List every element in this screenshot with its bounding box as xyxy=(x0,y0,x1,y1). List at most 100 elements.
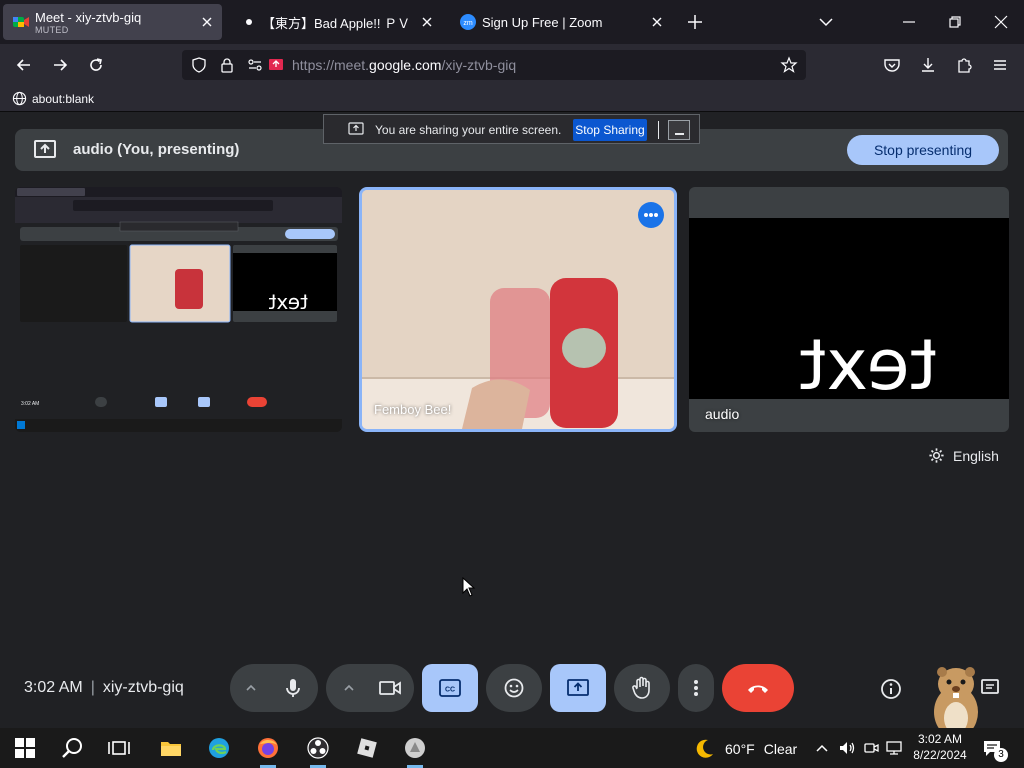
tab-bad-apple[interactable]: 【東方】Bad Apple!! ＰＶ【影絵】 xyxy=(232,4,442,40)
svg-text:3:02 AM: 3:02 AM xyxy=(21,401,39,407)
mouse-cursor-icon xyxy=(462,577,476,597)
emoji-reaction-button[interactable] xyxy=(486,664,542,712)
meeting-time: 3:02 AM xyxy=(24,679,83,696)
bookmark-about-blank[interactable]: about:blank xyxy=(12,91,94,106)
tab-muted-label: MUTED xyxy=(35,24,69,35)
camera-group xyxy=(326,664,414,712)
back-arrow-icon[interactable] xyxy=(14,55,34,75)
raise-hand-button[interactable] xyxy=(614,664,670,712)
presenting-label: audio (You, presenting) xyxy=(73,141,240,158)
mic-group xyxy=(230,664,318,712)
present-screen-icon xyxy=(34,140,56,158)
tab-title: 【東方】Bad Apple!! ＰＶ【影絵】 xyxy=(262,15,412,31)
more-options-button[interactable] xyxy=(638,202,664,228)
hamburger-menu-icon[interactable] xyxy=(990,55,1010,75)
bookmarks-bar: about:blank xyxy=(0,86,1024,112)
minimize-icon[interactable] xyxy=(899,12,919,32)
permissions-icon[interactable] xyxy=(246,56,264,74)
participant-name: Femboy Bee! xyxy=(374,402,452,417)
search-icon[interactable] xyxy=(60,736,84,760)
audio-tile[interactable]: text audio xyxy=(689,187,1009,432)
leave-call-button[interactable] xyxy=(722,664,794,712)
zoom-favicon-icon: zm xyxy=(460,14,476,30)
edge-browser-icon[interactable] xyxy=(207,736,231,760)
system-time: 3:02 AM xyxy=(917,732,963,746)
camera-tile[interactable]: Femboy Bee! xyxy=(359,187,677,432)
new-tab-icon[interactable] xyxy=(685,12,705,32)
close-icon[interactable] xyxy=(420,15,434,29)
reload-icon[interactable] xyxy=(86,55,106,75)
pocket-icon[interactable] xyxy=(882,55,902,75)
app-icon[interactable] xyxy=(403,736,427,760)
screen-share-banner: You are sharing your entire screen. Stop… xyxy=(323,114,700,144)
svg-text:CC: CC xyxy=(445,687,455,694)
windows-taskbar: 60°F Clear 3:02 AM 8/22/2024 3 xyxy=(0,728,1024,768)
hang-up-icon xyxy=(748,685,768,693)
tab-zoom[interactable]: zm Sign Up Free | Zoom xyxy=(450,4,672,40)
shared-screen-thumbnail: text 3:02 AM xyxy=(15,187,342,432)
svg-text:zm: zm xyxy=(463,20,473,27)
hide-banner-button[interactable] xyxy=(668,120,690,140)
globe-icon xyxy=(12,91,27,106)
download-icon[interactable] xyxy=(918,55,938,75)
more-options-button[interactable] xyxy=(678,664,714,712)
weather-widget[interactable]: 60°F Clear xyxy=(693,738,797,760)
meet-toolbar: 3:02 AM | xiy-ztvb-giq CC xyxy=(0,652,1024,738)
screen-share-tile[interactable]: text 3:02 AM xyxy=(15,187,342,432)
obs-icon[interactable] xyxy=(306,736,330,760)
gear-icon xyxy=(929,448,944,463)
screen-share-indicator-icon[interactable] xyxy=(268,56,284,74)
star-icon[interactable] xyxy=(780,56,798,74)
close-icon[interactable] xyxy=(650,15,664,29)
chevron-down-icon[interactable] xyxy=(816,12,836,32)
file-explorer-icon[interactable] xyxy=(159,736,183,760)
url-bar[interactable]: https://meet.google.com/xiy-ztvb-giq xyxy=(182,50,806,80)
divider xyxy=(658,121,659,139)
camera-video xyxy=(362,190,674,429)
microphone-icon[interactable] xyxy=(282,677,304,699)
present-now-button[interactable] xyxy=(550,664,606,712)
network-icon[interactable] xyxy=(885,739,903,757)
restore-icon[interactable] xyxy=(945,12,965,32)
window-close-icon[interactable] xyxy=(991,12,1011,32)
meeting-info: 3:02 AM | xiy-ztvb-giq xyxy=(24,679,184,696)
camera-in-use-icon[interactable] xyxy=(863,739,879,757)
windows-start-icon[interactable] xyxy=(13,736,37,760)
svg-text:text: text xyxy=(268,290,308,314)
tab-meet[interactable]: Meet - xiy-ztvb-giq MUTED xyxy=(3,4,222,40)
roblox-icon[interactable] xyxy=(355,736,379,760)
meet-favicon-icon xyxy=(13,17,29,27)
system-clock[interactable]: 3:02 AM 8/22/2024 xyxy=(905,731,975,763)
speaker-icon[interactable] xyxy=(838,739,856,757)
chevron-up-icon[interactable] xyxy=(244,682,258,694)
temperature: 60°F xyxy=(725,741,755,757)
firefox-icon[interactable] xyxy=(256,736,280,760)
audio-dot-icon xyxy=(246,19,252,25)
notification-count-badge: 3 xyxy=(994,748,1008,762)
stop-sharing-button[interactable]: Stop Sharing xyxy=(573,119,647,141)
participant-name: audio xyxy=(705,406,740,422)
close-icon[interactable] xyxy=(200,15,214,29)
moon-icon xyxy=(696,739,713,758)
more-vertical-icon xyxy=(694,680,698,696)
forward-arrow-icon[interactable] xyxy=(50,55,70,75)
meet-main: audio (You, presenting) Stop presenting … xyxy=(0,112,1024,738)
lock-icon[interactable] xyxy=(218,56,236,74)
captions-button[interactable]: CC xyxy=(422,664,478,712)
extensions-icon[interactable] xyxy=(954,55,974,75)
share-screen-icon xyxy=(348,122,364,135)
browser-tab-bar: Meet - xiy-ztvb-giq MUTED 【東方】Bad Apple!… xyxy=(0,0,1024,44)
captions-language[interactable]: English xyxy=(928,447,999,464)
tab-title: Sign Up Free | Zoom xyxy=(482,14,603,30)
info-icon[interactable] xyxy=(880,678,902,700)
stop-presenting-button[interactable]: Stop presenting xyxy=(847,135,999,165)
url-text[interactable]: https://meet.google.com/xiy-ztvb-giq xyxy=(292,57,516,73)
minimize-icon xyxy=(675,133,684,135)
meeting-code: xiy-ztvb-giq xyxy=(102,679,184,696)
video-camera-icon[interactable] xyxy=(378,678,402,698)
chevron-up-icon[interactable] xyxy=(815,742,829,754)
task-view-icon[interactable] xyxy=(107,736,131,760)
shield-icon[interactable] xyxy=(190,56,208,74)
share-message: You are sharing your entire screen. xyxy=(375,123,562,137)
chevron-up-icon[interactable] xyxy=(342,682,356,694)
